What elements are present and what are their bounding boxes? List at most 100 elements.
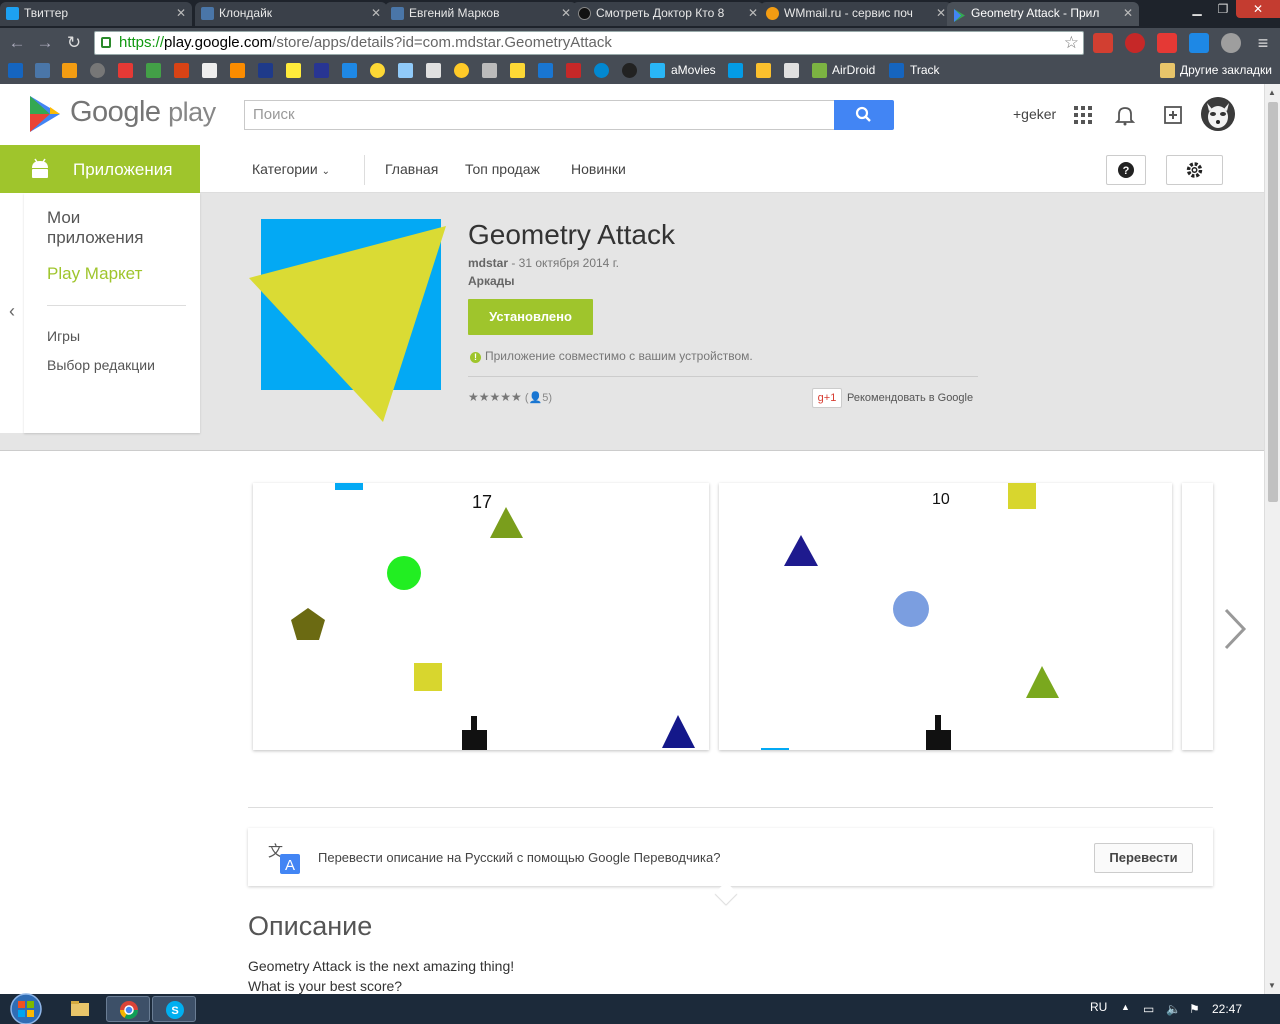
bookmark-icon[interactable] — [62, 63, 77, 78]
tab-doctor-who[interactable]: Смотреть Доктор Кто 8 ✕ — [572, 2, 764, 26]
nav-home-link[interactable]: Главная — [385, 161, 438, 177]
close-icon[interactable]: ✕ — [176, 2, 186, 24]
bookmark-airdroid[interactable]: AirDroid — [832, 63, 875, 77]
avatar[interactable] — [1201, 97, 1235, 131]
sidebar-item-play-market[interactable]: Play Маркет — [47, 264, 142, 284]
back-button[interactable]: ← — [6, 32, 28, 54]
bookmark-icon[interactable] — [286, 63, 301, 78]
explorer-taskbar-button[interactable] — [58, 996, 102, 1022]
minimize-button[interactable]: ▁ — [1184, 0, 1210, 18]
clock[interactable]: 22:47 — [1212, 1002, 1242, 1016]
bookmark-icon[interactable] — [756, 63, 771, 78]
vpn-extension-icon[interactable] — [1221, 33, 1241, 53]
start-button-icon[interactable] — [6, 991, 46, 1024]
nav-top-selling-link[interactable]: Топ продаж — [465, 161, 540, 177]
tab-wmmail[interactable]: WMmail.ru - сервис поч ✕ — [760, 2, 952, 26]
scroll-down-icon[interactable]: ▼ — [1268, 981, 1276, 990]
airdroid-icon[interactable] — [812, 63, 827, 78]
bookmark-icon[interactable] — [622, 63, 637, 78]
bookmark-track[interactable]: Track — [910, 63, 940, 77]
help-button[interactable]: ? — [1106, 155, 1146, 185]
share-plus-icon[interactable] — [1162, 104, 1184, 126]
screenshot-1[interactable]: 17 — [253, 483, 709, 750]
menu-icon[interactable]: ≡ — [1253, 33, 1273, 53]
apps-section-tab[interactable]: Приложения — [0, 145, 200, 193]
sidebar-item-games[interactable]: Игры — [47, 328, 80, 344]
bookmark-icon[interactable] — [482, 63, 497, 78]
other-bookmarks[interactable]: Другие закладки — [1180, 63, 1272, 77]
genre-link[interactable]: Аркады — [468, 274, 515, 288]
volume-icon[interactable]: 🔈 — [1166, 1002, 1181, 1016]
screenshot-2[interactable]: 10 — [719, 483, 1172, 750]
download-extension-icon[interactable] — [1189, 33, 1209, 53]
address-bar[interactable]: https://play.google.com/store/apps/detai… — [94, 31, 1084, 55]
flag-icon[interactable]: ⚑ — [1189, 1002, 1200, 1016]
network-icon[interactable]: ▭ — [1143, 1002, 1154, 1016]
bookmark-icon[interactable] — [594, 63, 609, 78]
sidebar-item-editors-choice[interactable]: Выбор редакции — [47, 357, 155, 373]
apps-grid-icon[interactable] — [1072, 104, 1094, 126]
skype-taskbar-button[interactable]: S — [152, 996, 196, 1022]
tab-twitter[interactable]: Твиттер ✕ — [0, 2, 192, 26]
developer-link[interactable]: mdstar — [468, 256, 508, 270]
screenshot-3[interactable] — [1182, 483, 1213, 750]
close-icon[interactable]: ✕ — [1123, 2, 1133, 24]
bookmark-icon[interactable] — [146, 63, 161, 78]
reload-button[interactable]: ↻ — [63, 32, 85, 54]
search-button[interactable] — [834, 100, 894, 130]
bell-icon[interactable] — [1114, 104, 1136, 126]
bookmark-icon[interactable] — [202, 63, 217, 78]
bookmark-icon[interactable] — [342, 63, 357, 78]
forward-button[interactable]: → — [34, 32, 56, 54]
bookmark-icon[interactable] — [426, 63, 441, 78]
vk-icon[interactable] — [35, 63, 50, 78]
folder-icon[interactable] — [1160, 63, 1175, 78]
tray-expand-icon[interactable]: ▲ — [1121, 1002, 1130, 1012]
bookmark-icon[interactable] — [454, 63, 469, 78]
translate-icon[interactable] — [784, 63, 799, 78]
close-icon[interactable]: ✕ — [371, 2, 381, 24]
bookmark-icon[interactable] — [8, 63, 23, 78]
close-icon[interactable]: ✕ — [936, 2, 946, 24]
installed-button[interactable]: Установлено — [468, 299, 593, 335]
scroll-up-icon[interactable]: ▲ — [1268, 88, 1276, 97]
google-plus-recommend[interactable]: g+1 Рекомендовать в Google — [812, 388, 973, 408]
chrome-taskbar-button[interactable] — [106, 996, 150, 1022]
chevron-right-icon[interactable] — [1220, 604, 1250, 654]
adblock-extension-icon[interactable] — [1125, 33, 1145, 53]
track-icon[interactable] — [889, 63, 904, 78]
bookmark-star-icon[interactable]: ☆ — [1064, 32, 1079, 54]
maximize-button[interactable]: ❐ — [1210, 0, 1236, 18]
close-icon[interactable]: ✕ — [561, 2, 571, 24]
bookmark-icon[interactable] — [258, 63, 273, 78]
bookmark-amovies[interactable]: aMovies — [671, 63, 716, 77]
scrollbar-thumb[interactable] — [1268, 102, 1278, 502]
bookmark-icon[interactable] — [230, 63, 245, 78]
gmail-extension-icon[interactable] — [1093, 33, 1113, 53]
bookmark-icon[interactable] — [566, 63, 581, 78]
bookmark-icon[interactable] — [174, 63, 189, 78]
eye-icon[interactable] — [650, 63, 665, 78]
nav-new-releases-link[interactable]: Новинки — [571, 161, 626, 177]
star-icon[interactable] — [510, 63, 525, 78]
bookmark-icon[interactable] — [90, 63, 105, 78]
tab-profile[interactable]: Евгений Марков ✕ — [385, 2, 577, 26]
chevron-left-icon[interactable]: ‹ — [0, 193, 24, 433]
notifier-extension-icon[interactable] — [1157, 33, 1177, 53]
bookmark-icon[interactable] — [728, 63, 743, 78]
page-scrollbar[interactable]: ▲ ▼ — [1264, 84, 1280, 994]
bookmark-icon[interactable] — [538, 63, 553, 78]
bookmark-icon[interactable] — [314, 63, 329, 78]
user-profile-link[interactable]: +geker — [1013, 106, 1056, 122]
tab-geometry-attack[interactable]: Geometry Attack - Прил ✕ — [947, 2, 1139, 26]
bookmark-icon[interactable] — [118, 63, 133, 78]
window-close-button[interactable]: ✕ — [1236, 0, 1280, 18]
search-input[interactable]: Поиск — [244, 100, 835, 130]
sidebar-item-my-apps[interactable]: Мои приложения — [47, 208, 167, 248]
language-indicator[interactable]: RU — [1090, 1000, 1107, 1014]
settings-button[interactable] — [1166, 155, 1223, 185]
translate-button[interactable]: Перевести — [1094, 843, 1193, 873]
bookmark-icon[interactable] — [398, 63, 413, 78]
categories-dropdown[interactable]: Категории ⌄ — [252, 161, 330, 177]
bookmark-icon[interactable] — [370, 63, 385, 78]
